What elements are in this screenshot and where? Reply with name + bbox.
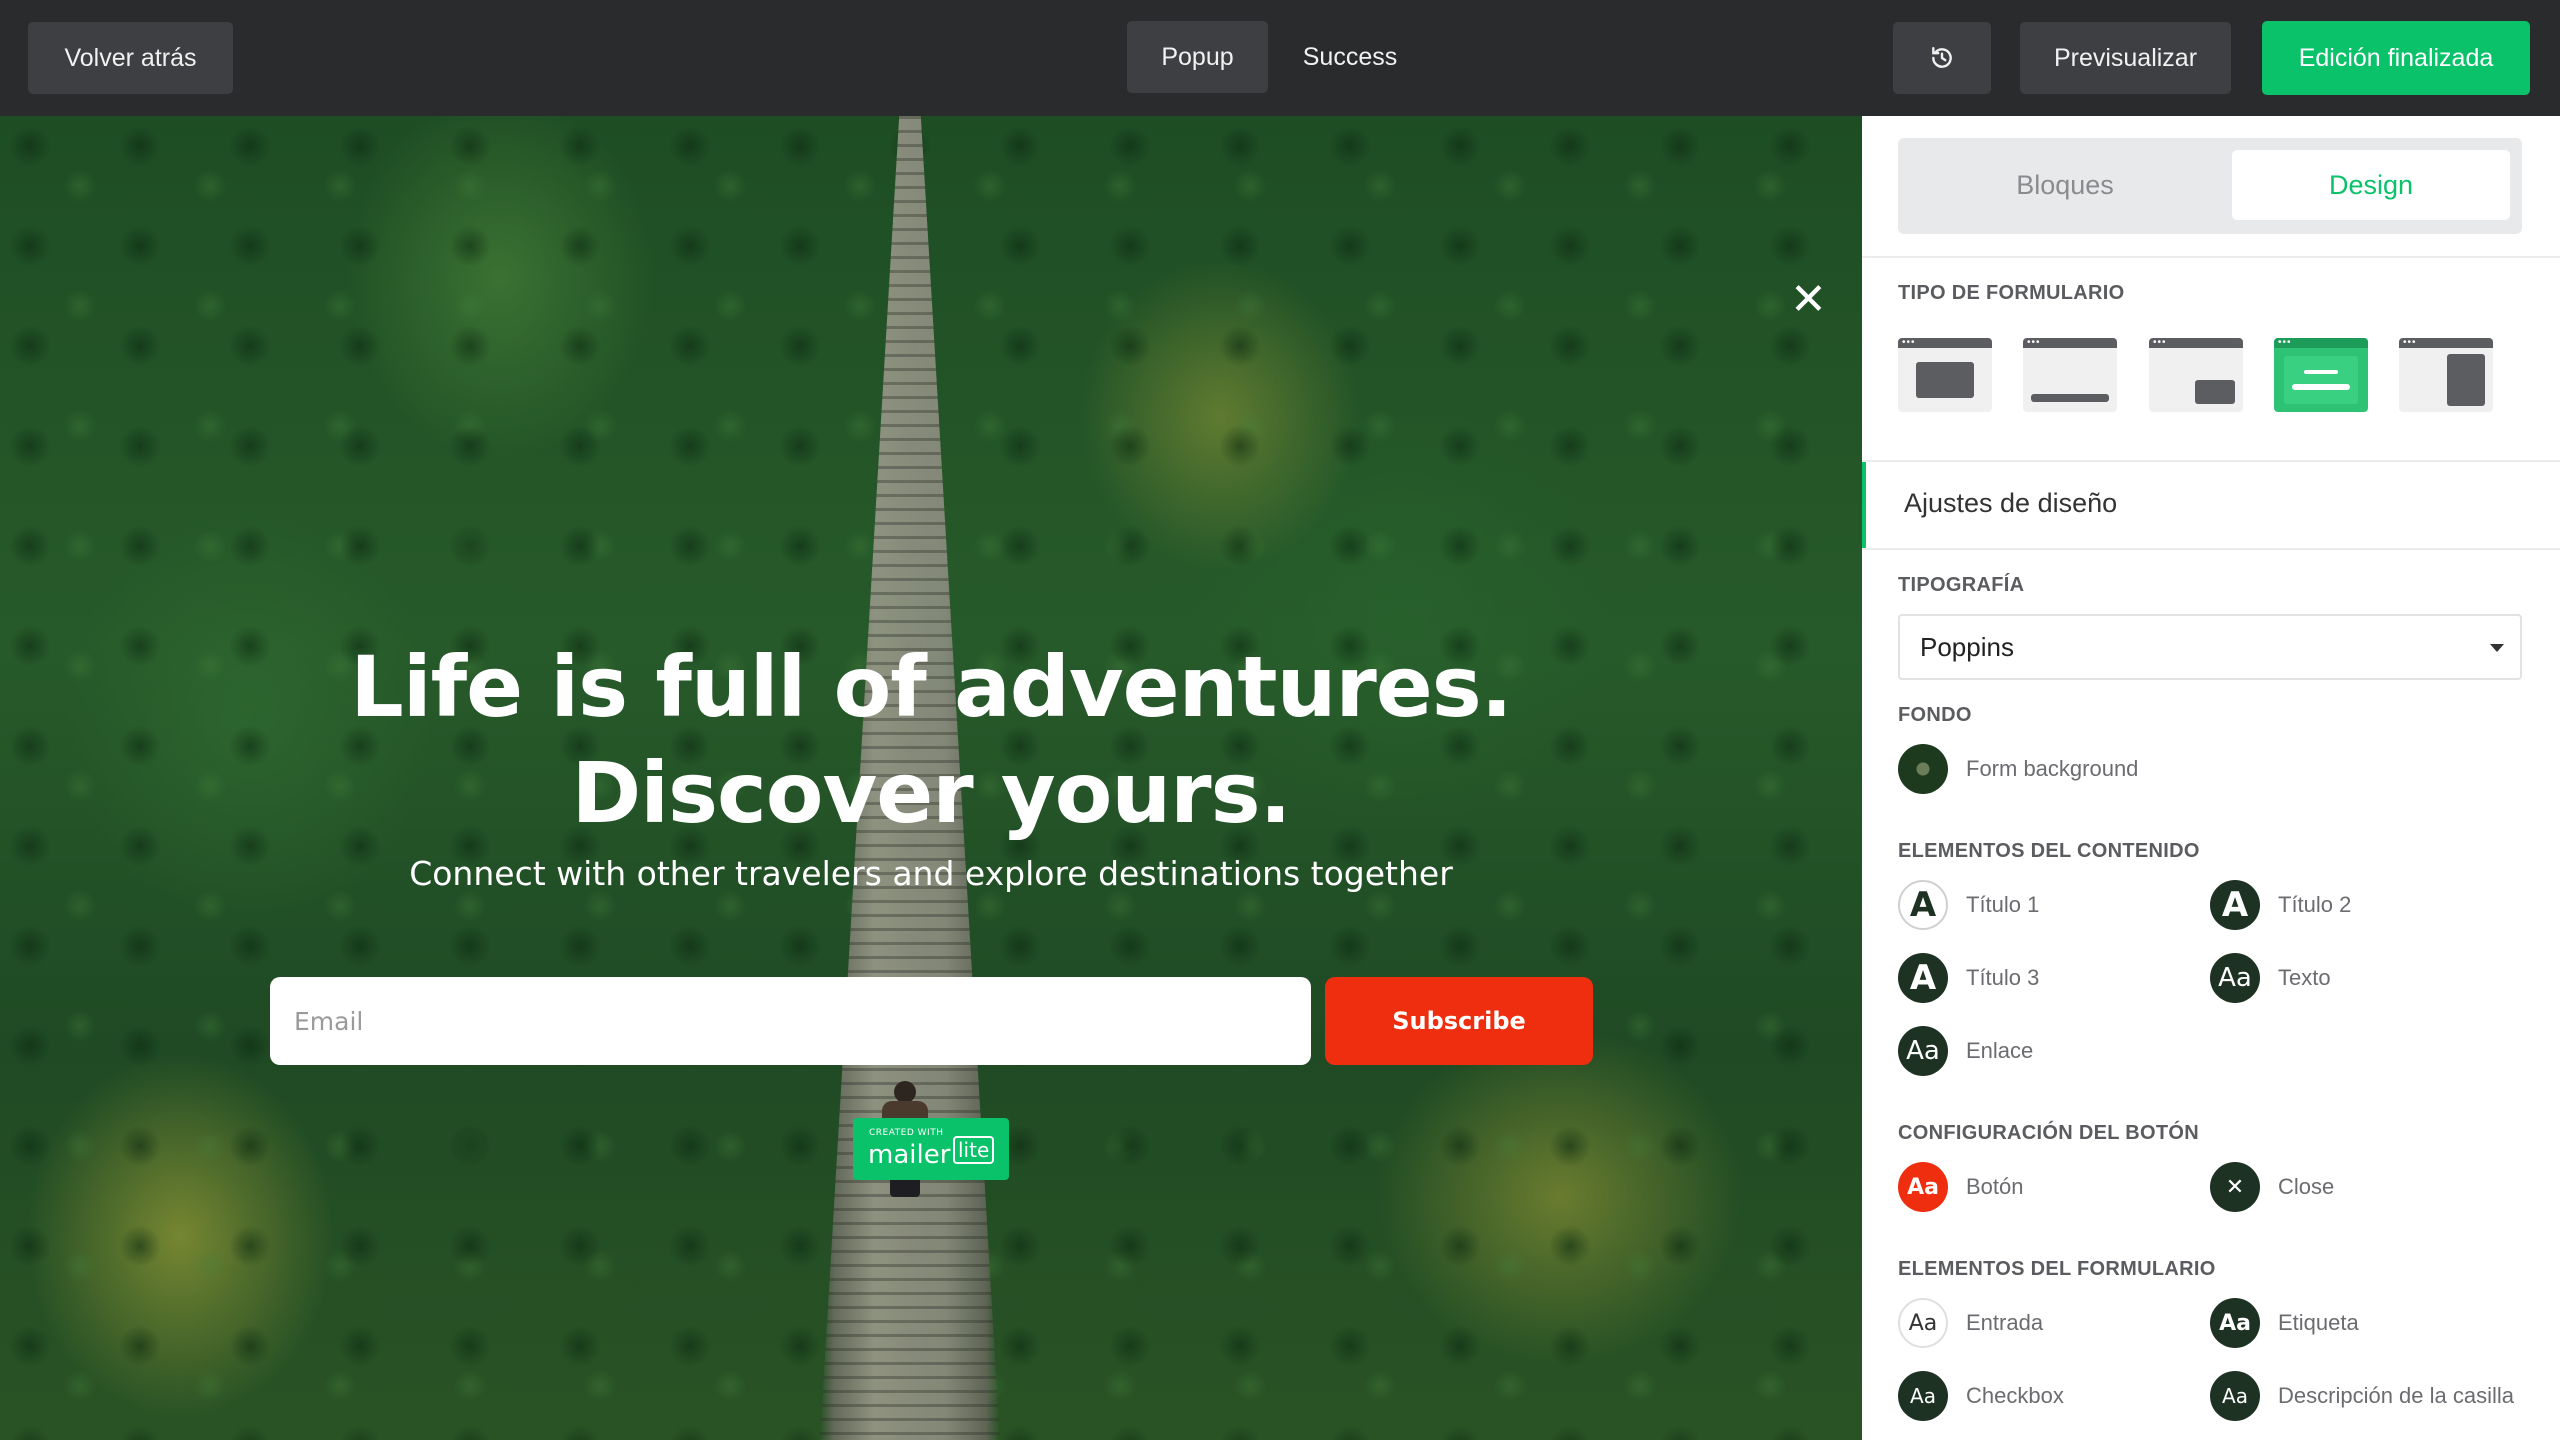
content-elements-heading: ELEMENTOS DEL CONTENIDO [1898,840,2200,862]
popup-close-icon[interactable]: ✕ [1790,278,1827,322]
form-type-slidebox-option[interactable]: ••• [2149,338,2243,412]
button-style-icon: Aa [1898,1162,1948,1212]
design-panel: Bloques Design TIPO DE FORMULARIO ••• ••… [1862,116,2560,1440]
close-style-item[interactable]: ✕ Close [2210,1162,2334,1212]
popup-headline[interactable]: Life is full of adventures. Discover you… [0,634,1862,846]
finish-editing-button[interactable]: Edición finalizada [2262,21,2530,95]
checkbox-style-label: Checkbox [1966,1383,2064,1408]
tab-success[interactable]: Success [1280,21,1420,93]
design-settings-label: Ajustes de diseño [1904,488,2118,518]
headline-line-2: Discover yours. [571,744,1291,842]
close-style-label: Close [2278,1174,2335,1199]
form-background-item[interactable]: Form background [1898,744,2138,794]
form-background-label: Form background [1966,756,2139,781]
label-style-icon: Aa [2210,1298,2260,1348]
history-icon [1932,47,1952,68]
label-style-label: Etiqueta [2278,1310,2359,1335]
text-icon: Aa [2210,953,2260,1003]
checkbox-description-label: Descripción de la casilla [2278,1383,2514,1408]
button-settings-heading: CONFIGURACIÓN DEL BOTÓN [1898,1122,2199,1144]
text-label: Texto [2278,965,2331,990]
title-2-label: Título 2 [2278,892,2352,917]
checkbox-style-item[interactable]: Aa Checkbox [1898,1371,2064,1421]
form-elements-heading: ELEMENTOS DEL FORMULARIO [1898,1258,2216,1280]
link-item[interactable]: Aa Enlace [1898,1026,2033,1076]
divider [1862,256,2560,258]
link-icon: Aa [1898,1026,1948,1076]
label-style-item[interactable]: Aa Etiqueta [2210,1298,2359,1348]
tab-popup[interactable]: Popup [1127,21,1268,93]
typography-heading: TIPOGRAFÍA [1898,574,2025,596]
title-3-label: Título 3 [1966,965,2040,990]
font-select[interactable]: Poppins [1898,614,2522,680]
background-heading: FONDO [1898,704,1972,726]
tab-bloques[interactable]: Bloques [1906,150,2224,220]
subscribe-button[interactable]: Subscribe [1325,977,1593,1065]
form-type-fullscreen-option[interactable]: ••• [2274,338,2368,412]
divider [1862,548,2560,550]
headline-line-1: Life is full of adventures. [350,638,1512,736]
checkbox-style-icon: Aa [1898,1371,1948,1421]
input-style-item[interactable]: Aa Entrada [1898,1298,2043,1348]
form-type-popup-option[interactable]: ••• [1898,338,1992,412]
title-1-label: Título 1 [1966,892,2040,917]
popup-subheadline[interactable]: Connect with other travelers and explore… [0,854,1862,893]
mailerlite-badge[interactable]: CREATED WITH mailer lite [853,1118,1009,1180]
input-style-icon: Aa [1898,1298,1948,1348]
font-select-value: Poppins [1920,632,2014,662]
popup-preview-canvas[interactable]: ✕ Life is full of adventures. Discover y… [0,116,1862,1440]
badge-brand: mailer [868,1140,951,1170]
title-2-item[interactable]: A Título 2 [2210,880,2351,930]
button-style-item[interactable]: Aa Botón [1898,1162,2024,1212]
form-type-sidebar-option[interactable]: ••• [2399,338,2493,412]
back-button[interactable]: Volver atrás [28,22,233,94]
input-style-label: Entrada [1966,1310,2044,1335]
badge-lite: lite [953,1136,995,1164]
close-icon: ✕ [2210,1162,2260,1212]
title-3-item[interactable]: A Título 3 [1898,953,2039,1003]
link-label: Enlace [1966,1038,2034,1063]
history-button[interactable] [1893,22,1991,94]
button-style-label: Botón [1966,1174,2024,1199]
checkbox-description-item[interactable]: Aa Descripción de la casilla [2210,1371,2514,1421]
badge-created-with: CREATED WITH [869,1128,944,1138]
background-swatch-icon [1898,744,1948,794]
panel-tab-switcher: Bloques Design [1898,138,2522,234]
top-toolbar: Volver atrás Popup Success Previsualizar… [0,0,2560,116]
title-1-item[interactable]: A Título 1 [1898,880,2039,930]
title-1-icon: A [1898,880,1948,930]
title-3-icon: A [1898,953,1948,1003]
preview-button[interactable]: Previsualizar [2020,22,2231,94]
chevron-down-icon [2490,644,2504,652]
design-settings-section[interactable]: Ajustes de diseño [1862,462,2560,548]
title-2-icon: A [2210,880,2260,930]
email-input[interactable] [270,977,1311,1065]
form-type-heading: TIPO DE FORMULARIO [1898,282,2125,304]
text-item[interactable]: Aa Texto [2210,953,2331,1003]
checkbox-description-icon: Aa [2210,1371,2260,1421]
tab-design[interactable]: Design [2232,150,2510,220]
form-type-bar-option[interactable]: ••• [2023,338,2117,412]
